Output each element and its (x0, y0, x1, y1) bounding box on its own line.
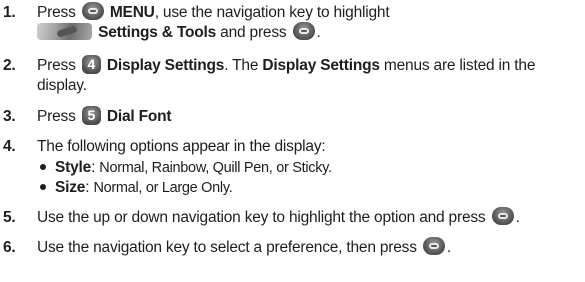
step-text: menus are listed in the (383, 57, 536, 74)
step-text: , use the navigation key to highlight (154, 4, 390, 21)
step-number: 1. (3, 4, 16, 21)
step-number: 6. (3, 239, 16, 256)
step-text: . (316, 24, 321, 41)
step-text: The following options appear in the disp… (37, 138, 326, 155)
option-separator: : (91, 159, 96, 176)
step-text: Use the navigation key to select a prefe… (37, 239, 417, 256)
instruction-document: 1. Press MENU, use the navigation key to… (0, 0, 585, 282)
step-number: 2. (3, 57, 16, 74)
list-item: Style: Normal, Rainbow, Quill Pen, or St… (40, 158, 580, 178)
step-text: Press (37, 4, 76, 21)
step-text: . The (224, 57, 259, 74)
key-number: 5 (87, 106, 96, 123)
step-text: . (515, 209, 520, 226)
key-number: 4 (87, 55, 96, 72)
list-item: Size: Normal, or Large Only. (40, 178, 580, 198)
display-settings-label: Display Settings (262, 57, 380, 74)
step-text: and press (220, 24, 287, 41)
settings-tools-icon (37, 22, 92, 40)
step-number: 5. (3, 209, 16, 226)
step-body: Press 4 Display Settings. The Display Se… (37, 54, 582, 96)
dial-font-label: Dial Font (106, 108, 172, 125)
step-number: 4. (3, 138, 16, 155)
option-separator: : (85, 179, 90, 196)
step-text: Press (37, 57, 76, 74)
menu-ok-key-icon (491, 207, 514, 226)
option-label: Style (55, 159, 92, 176)
step-body: Press MENU, use the navigation key to hi… (37, 2, 582, 43)
display-settings-label: Display Settings (106, 57, 225, 74)
step-text: . (446, 239, 451, 256)
step-number: 3. (3, 108, 16, 125)
step-body: Use the up or down navigation key to hig… (37, 207, 582, 228)
menu-label: MENU (109, 4, 155, 21)
step-text: display. (37, 77, 87, 94)
bullet-dot (40, 163, 46, 170)
step-text: Press (37, 108, 76, 125)
menu-ok-key-icon (292, 22, 315, 41)
step-body: Use the navigation key to select a prefe… (37, 237, 582, 258)
bullet-dot (40, 183, 46, 190)
number-4-key-icon: 4 (81, 54, 101, 74)
option-label: Size (55, 179, 86, 196)
settings-tools-label: Settings & Tools (98, 24, 217, 41)
step-body: Press 5 Dial Font (37, 105, 582, 127)
menu-ok-key-icon (81, 2, 104, 21)
step-text: Use the up or down navigation key to hig… (37, 209, 486, 226)
menu-ok-key-icon (422, 237, 445, 256)
option-values: Normal, or Large Only. (93, 180, 233, 196)
number-5-key-icon: 5 (81, 105, 101, 125)
option-values: Normal, Rainbow, Quill Pen, or Sticky. (99, 160, 332, 176)
